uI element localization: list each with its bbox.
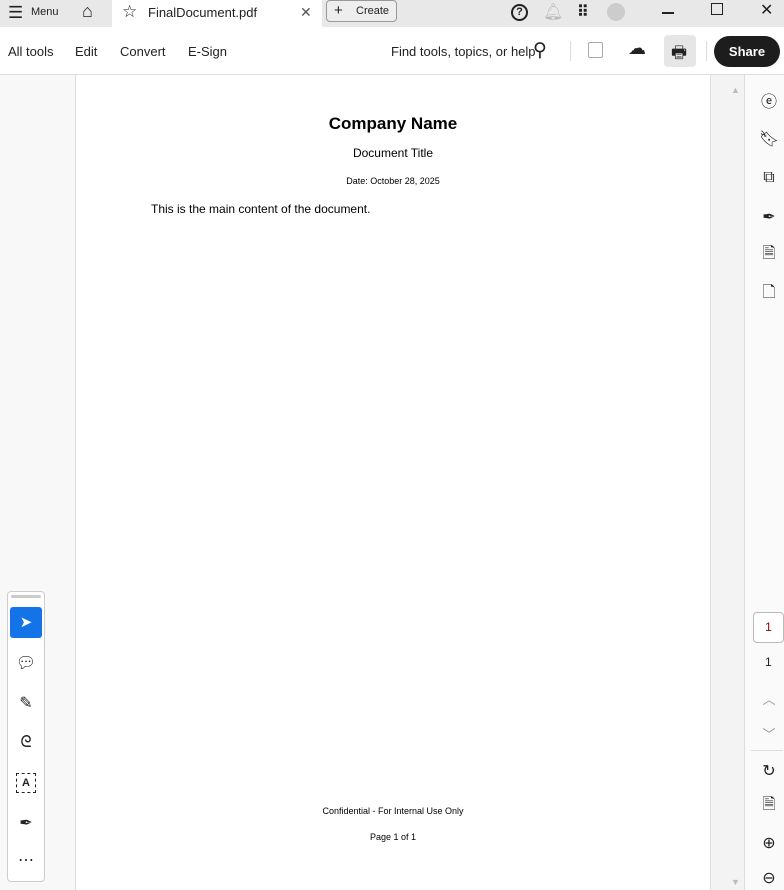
previous-page-icon[interactable]: ︿ xyxy=(759,688,779,708)
pages-icon[interactable]: ⧉ xyxy=(759,168,779,188)
toolbar: All tools Edit Convert E-Sign Find tools… xyxy=(0,27,784,75)
document-title: Document Title xyxy=(352,146,434,160)
quick-tools-panel: ➤ 💬︎ ✎ ᘓ A ✒ ⋯ xyxy=(7,591,45,882)
search-icon[interactable]: ⚲ xyxy=(533,39,547,62)
pdf-page: Company Name Document Title Date: Octobe… xyxy=(75,75,710,890)
current-page-input[interactable]: 1 xyxy=(753,612,784,643)
maximize-icon[interactable] xyxy=(711,3,723,15)
apps-grid-icon[interactable]: ⠿ xyxy=(577,2,589,22)
bookmark-icon[interactable]: 🔖︎ xyxy=(759,129,779,149)
zoom-out-icon[interactable]: ⊖ xyxy=(759,868,779,888)
company-name: Company Name xyxy=(328,114,458,133)
comment-icon[interactable]: 💬︎ xyxy=(16,653,36,673)
right-rail: ⓔ 🔖︎ ⧉ ✒ 🗎 🗋 1 1 ︿ ﹀ ↻ 🗎 ⊕ ⊖ xyxy=(744,75,784,890)
hamburger-icon[interactable]: ☰ xyxy=(8,3,23,23)
document-icon[interactable]: 🗎 xyxy=(759,245,779,265)
menu-button[interactable]: Menu xyxy=(31,6,59,18)
tab-bar: ☰ Menu ⌂ ☆ FinalDocument.pdf ✕ + Create … xyxy=(0,0,784,27)
document-tab[interactable]: ☆ FinalDocument.pdf ✕ xyxy=(112,0,322,27)
select-tool-button[interactable]: ➤ xyxy=(10,607,42,638)
sign-icon[interactable]: ✒ xyxy=(16,813,36,833)
tab-title: FinalDocument.pdf xyxy=(148,5,258,20)
more-tools-icon[interactable]: ⋯ xyxy=(16,850,36,870)
document-body: This is the main content of the document… xyxy=(151,202,371,216)
bell-icon[interactable]: 🔔︎ xyxy=(543,2,563,22)
cloud-upload-icon[interactable]: ☁ xyxy=(628,38,646,59)
vertical-scrollbar[interactable]: ▲ ▼ xyxy=(710,75,744,890)
draw-icon[interactable]: ᘓ xyxy=(16,733,36,753)
highlight-icon[interactable]: ✎ xyxy=(16,693,36,713)
save-icon[interactable] xyxy=(588,42,603,58)
zoom-in-icon[interactable]: ⊕ xyxy=(759,833,779,853)
star-icon[interactable]: ☆ xyxy=(122,2,137,22)
fit-page-icon[interactable]: 🗎 xyxy=(759,796,779,816)
create-button[interactable]: + Create xyxy=(326,0,397,22)
close-window-icon[interactable]: ✕ xyxy=(760,0,773,20)
all-tools-menu[interactable]: All tools xyxy=(8,44,54,59)
print-button[interactable]: 🖶 xyxy=(664,35,696,67)
help-icon[interactable]: ? xyxy=(511,4,528,21)
avatar[interactable] xyxy=(607,3,625,21)
next-page-icon[interactable]: ﹀ xyxy=(759,723,779,743)
edit-menu[interactable]: Edit xyxy=(75,44,97,59)
ai-assistant-icon[interactable]: ⓔ xyxy=(759,90,779,111)
search-tools-button[interactable]: Find tools, topics, or help xyxy=(391,44,536,59)
drag-handle[interactable] xyxy=(11,595,41,598)
home-icon[interactable]: ⌂ xyxy=(82,1,93,22)
close-tab-icon[interactable]: ✕ xyxy=(300,4,312,21)
minimize-icon[interactable] xyxy=(662,12,674,14)
print-icon: 🖶 xyxy=(671,43,688,62)
tag-document-icon[interactable]: 🗋 xyxy=(759,284,779,304)
rotate-icon[interactable]: ↻ xyxy=(759,761,779,781)
esign-menu[interactable]: E-Sign xyxy=(188,44,227,59)
document-footer: Confidential - For Internal Use Only xyxy=(322,806,464,816)
share-button[interactable]: Share xyxy=(714,36,780,67)
total-pages: 1 xyxy=(765,655,772,669)
text-select-icon[interactable]: A xyxy=(16,773,36,793)
page-number-label: Page 1 of 1 xyxy=(369,832,417,842)
convert-menu[interactable]: Convert xyxy=(120,44,166,59)
fill-sign-icon[interactable]: ✒ xyxy=(759,207,779,227)
document-date: Date: October 28, 2025 xyxy=(346,176,440,186)
